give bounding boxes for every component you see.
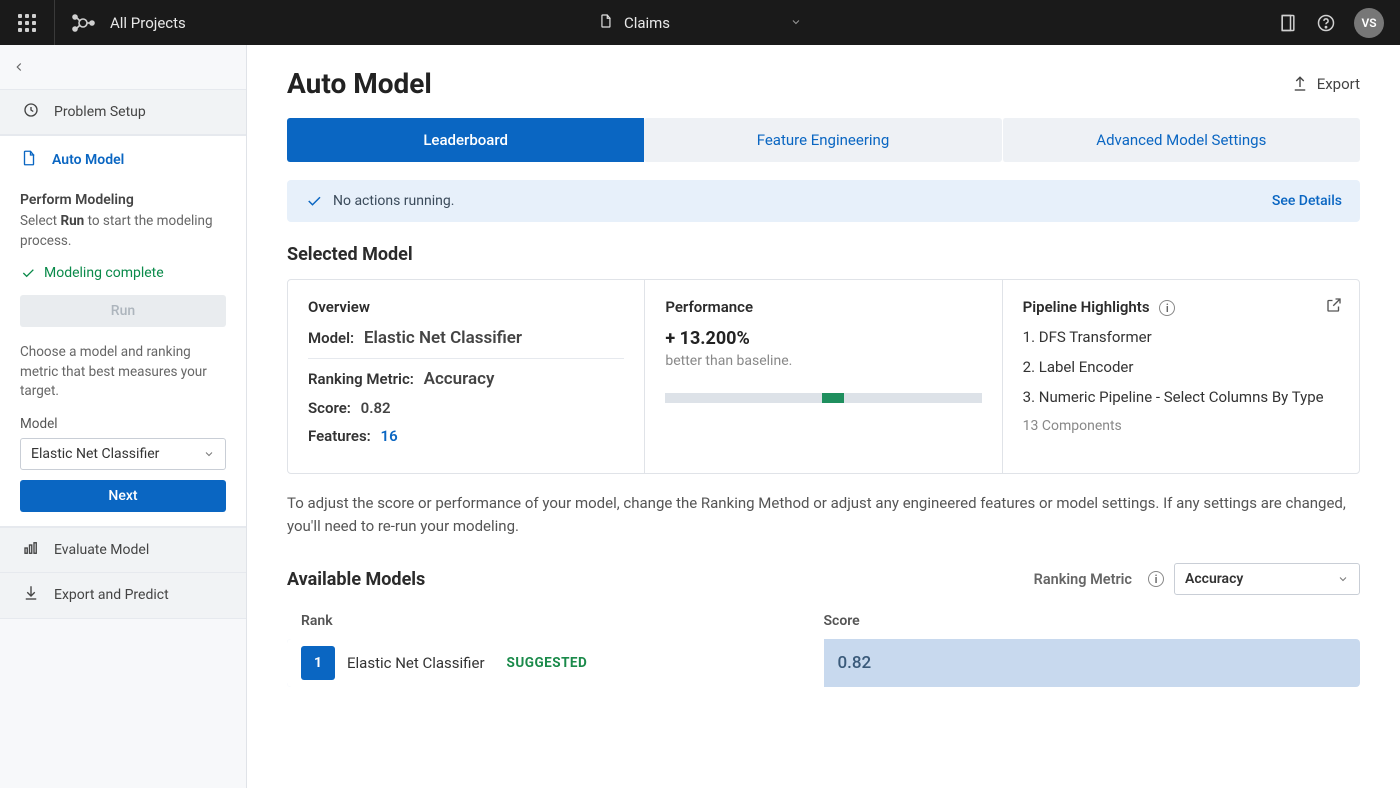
pipeline-list: 1. DFS Transformer 2. Label Encoder 3. N… [1023, 328, 1339, 406]
rank-badge: 1 [301, 646, 335, 680]
sidebar-item-evaluate-model[interactable]: Evaluate Model [0, 527, 246, 573]
available-models-heading: Available Models [287, 569, 425, 590]
actions-status-bar: No actions running. See Details [287, 180, 1360, 222]
col-score: Score [824, 613, 1347, 629]
overview-model: Model: Elastic Net Classifier [308, 328, 624, 348]
grid-dots-icon [18, 14, 36, 32]
actions-status-text: No actions running. [333, 193, 454, 209]
sidebar-item-auto-model[interactable]: Auto Model [20, 140, 226, 180]
run-button: Run [20, 295, 226, 327]
brand-icon [55, 11, 110, 35]
all-projects-link[interactable]: All Projects [110, 14, 186, 32]
upload-icon [1291, 75, 1309, 93]
main-content: Auto Model Export Leaderboard Feature En… [247, 45, 1400, 788]
document-icon [20, 149, 38, 171]
collapse-sidebar[interactable] [0, 45, 246, 89]
performance-title: Performance [665, 298, 981, 316]
sidebar-item-label: Evaluate Model [54, 542, 149, 558]
tab-feature-engineering[interactable]: Feature Engineering [644, 118, 1001, 162]
overview-score: Score: 0.82 [308, 399, 624, 417]
perform-modeling-heading: Perform Modeling [20, 192, 226, 208]
model-field-label: Model [20, 416, 226, 432]
global-topbar: All Projects Claims VS [0, 0, 1400, 45]
pipeline-item: 3. Numeric Pipeline - Select Columns By … [1023, 388, 1339, 406]
clock-icon [22, 101, 40, 123]
app-launcher-icon[interactable] [0, 0, 55, 45]
performance-delta: + 13.200% [665, 328, 981, 349]
sidebar-item-label: Auto Model [52, 152, 124, 168]
performance-bar [665, 393, 981, 403]
chevron-down-icon [203, 448, 215, 460]
performance-subtext: better than baseline. [665, 353, 981, 369]
ranking-metric-value: Accuracy [1185, 571, 1243, 587]
document-switcher[interactable]: Claims [598, 13, 802, 33]
chevron-down-icon [1337, 573, 1349, 585]
pipeline-title: Pipeline Highlights i [1023, 298, 1339, 316]
sidebar-item-label: Export and Predict [54, 587, 169, 603]
info-icon[interactable]: i [1159, 300, 1175, 316]
check-icon [305, 192, 323, 210]
sidebar-item-label: Problem Setup [54, 104, 146, 120]
available-models-header: Rank Score [287, 603, 1360, 639]
model-row[interactable]: 1 Elastic Net Classifier SUGGESTED 0.82 [287, 639, 1360, 687]
adjust-note: To adjust the score or performance of yo… [287, 492, 1360, 537]
overview-metric: Ranking Metric: Accuracy [308, 369, 624, 389]
model-row-score: 0.82 [824, 653, 1361, 673]
sidebar-item-export-predict[interactable]: Export and Predict [0, 573, 246, 619]
automodel-tabs: Leaderboard Feature Engineering Advanced… [287, 118, 1360, 162]
sidebar-item-problem-setup[interactable]: Problem Setup [0, 89, 246, 135]
page-title: Auto Model [287, 67, 432, 100]
pipeline-components-count: 13 Components [1023, 418, 1339, 434]
document-name: Claims [624, 14, 670, 32]
docs-icon[interactable] [1278, 13, 1298, 33]
selected-model-heading: Selected Model [287, 244, 1360, 265]
suggested-tag: SUGGESTED [507, 655, 588, 671]
avatar[interactable]: VS [1354, 8, 1384, 38]
model-select[interactable]: Elastic Net Classifier [20, 438, 226, 470]
tab-advanced-settings[interactable]: Advanced Model Settings [1002, 118, 1360, 162]
perform-modeling-help: Select Run to start the modeling process… [20, 212, 226, 251]
document-icon [598, 13, 614, 33]
col-rank: Rank [301, 613, 824, 629]
chart-icon [22, 539, 40, 561]
model-select-value: Elastic Net Classifier [31, 446, 159, 462]
workflow-sidebar: Problem Setup Auto Model Perform Modelin… [0, 45, 247, 788]
open-external-icon[interactable] [1325, 296, 1343, 318]
help-icon[interactable] [1316, 13, 1336, 33]
overview-features: Features: 16 [308, 427, 624, 445]
overview-title: Overview [308, 298, 624, 316]
check-icon [20, 265, 36, 281]
pipeline-item: 1. DFS Transformer [1023, 328, 1339, 346]
modeling-complete-status: Modeling complete [20, 265, 226, 281]
see-details-link[interactable]: See Details [1272, 193, 1342, 209]
model-row-name: Elastic Net Classifier [347, 654, 485, 672]
info-icon[interactable]: i [1148, 571, 1164, 587]
tab-leaderboard[interactable]: Leaderboard [287, 118, 644, 162]
download-icon [22, 584, 40, 606]
chevron-down-icon [790, 14, 802, 32]
selected-model-card: Overview Model: Elastic Net Classifier R… [287, 279, 1360, 474]
ranking-metric-select[interactable]: Accuracy [1174, 563, 1360, 595]
next-button[interactable]: Next [20, 480, 226, 512]
pipeline-item: 2. Label Encoder [1023, 358, 1339, 376]
ranking-metric-label: Ranking Metric [1034, 571, 1132, 588]
choose-model-help: Choose a model and ranking metric that b… [20, 343, 226, 402]
features-link[interactable]: 16 [381, 427, 398, 445]
export-button[interactable]: Export [1291, 75, 1360, 93]
